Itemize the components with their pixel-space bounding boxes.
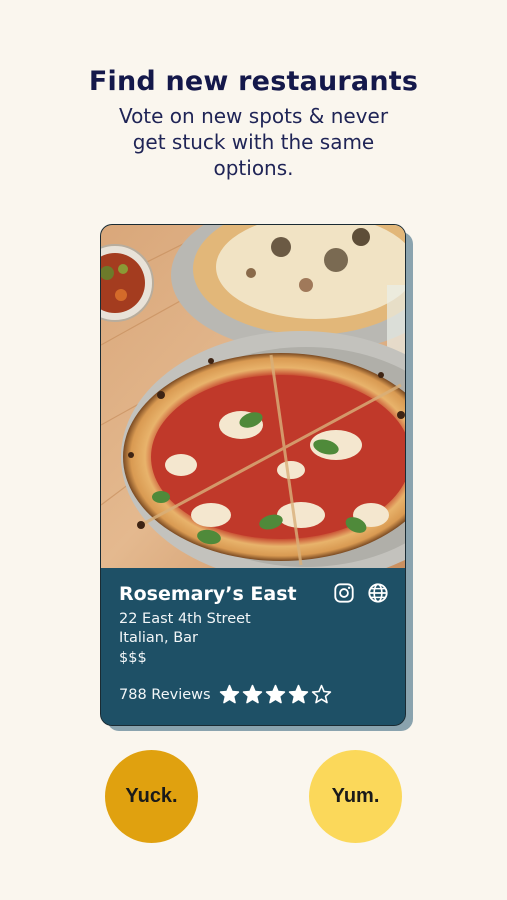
star-filled-icon [265,684,285,704]
restaurant-photo [101,225,405,568]
globe-icon[interactable] [367,582,389,604]
restaurant-info: Rosemary’s East 22 East 4th Street Itali… [101,568,405,725]
restaurant-price: $$$ [119,650,147,666]
page-title: Find new restaurants [88,66,419,97]
rating-row: 788 Reviews [119,684,332,705]
restaurant-name: Rosemary’s East [119,583,297,605]
restaurant-address: 22 East 4th Street [119,611,251,627]
star-rating [219,684,332,705]
header: Find new restaurants Vote on new spots &… [0,66,507,181]
yum-button[interactable]: Yum. [309,750,402,843]
restaurant-links [333,582,389,604]
review-count: 788 Reviews [119,686,211,703]
star-filled-icon [288,684,308,704]
star-filled-icon [219,684,239,704]
star-empty-icon [311,684,331,704]
page-subtitle: Vote on new spots & never get stuck with… [118,104,389,180]
restaurant-categories: Italian, Bar [119,630,198,646]
instagram-icon[interactable] [333,582,355,604]
star-filled-icon [242,684,262,704]
yuck-button[interactable]: Yuck. [105,750,198,843]
restaurant-card[interactable]: Rosemary’s East 22 East 4th Street Itali… [100,224,406,726]
